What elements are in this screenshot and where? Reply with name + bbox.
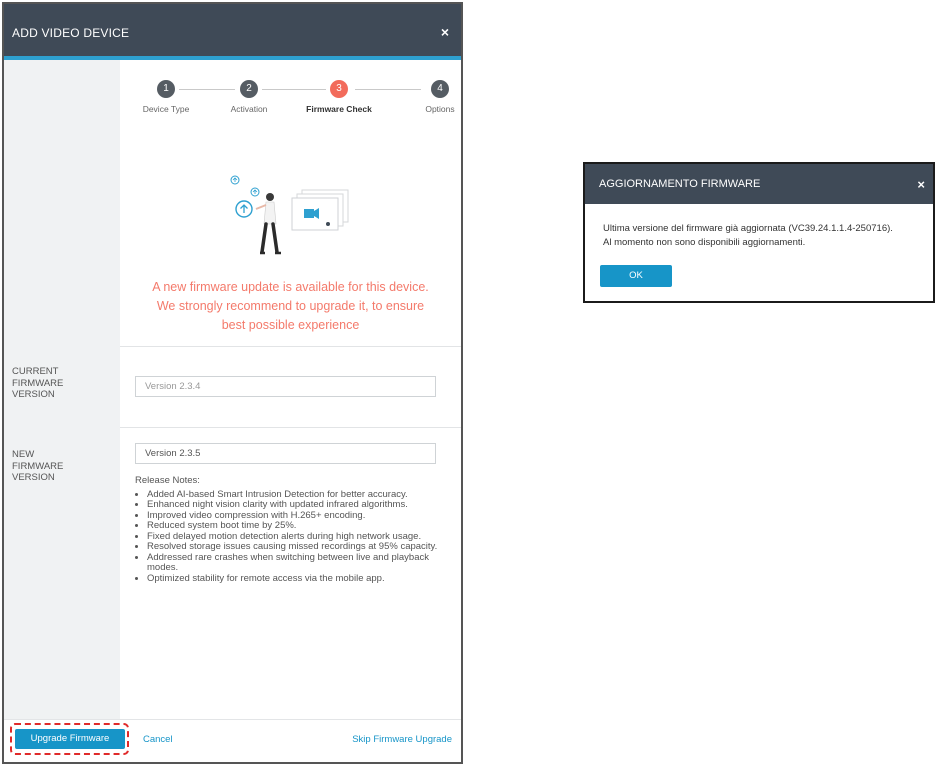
new-firmware-label: NEW FIRMWARE VERSION [12, 449, 63, 484]
label-line: VERSION [12, 389, 55, 400]
firmware-update-popup: AGGIORNAMENTO FIRMWARE × Ultima versione… [583, 162, 935, 303]
popup-message-line: Al momento non sono disponibili aggiorna… [603, 236, 806, 248]
release-notes-title: Release Notes: [135, 475, 200, 486]
wizard-stepper: 1 Device Type 2 Activation 3 Firmware Ch… [120, 60, 461, 142]
step-number: 2 [240, 80, 258, 98]
label-line: CURRENT [12, 366, 59, 377]
ok-button[interactable]: OK [600, 265, 672, 287]
dialog-main: 1 Device Type 2 Activation 3 Firmware Ch… [120, 60, 461, 720]
list-item: Resolved storage issues causing missed r… [147, 541, 445, 553]
dialog-title: ADD VIDEO DEVICE [12, 26, 130, 40]
popup-message-line: Ultima versione del firmware già aggiorn… [603, 223, 893, 234]
step-label: Device Type [142, 104, 190, 114]
label-line: FIRMWARE [12, 377, 64, 389]
popup-message: Ultima versione del firmware già aggiorn… [603, 222, 927, 249]
list-item: Optimized stability for remote access vi… [147, 573, 445, 585]
step-device-type: 1 Device Type [126, 80, 206, 114]
popup-header: AGGIORNAMENTO FIRMWARE × [585, 164, 933, 204]
list-item: Enhanced night vision clarity with updat… [147, 499, 445, 511]
skip-firmware-upgrade-link[interactable]: Skip Firmware Upgrade [352, 734, 452, 745]
upgrade-firmware-button[interactable]: Upgrade Firmware [15, 729, 125, 749]
list-item: Addressed rare crashes when switching be… [147, 552, 445, 574]
popup-title: AGGIORNAMENTO FIRMWARE [599, 178, 761, 190]
step-number: 3 [330, 80, 348, 98]
step-label: Options [425, 104, 455, 114]
dialog-footer: Upgrade Firmware Cancel Skip Firmware Up… [4, 719, 461, 762]
step-number: 1 [157, 80, 175, 98]
label-line: NEW [12, 449, 35, 460]
add-video-device-dialog: ADD VIDEO DEVICE × 1 Device Type 2 Activ… [2, 2, 463, 764]
firmware-info-area: A new firmware update is available for t… [120, 142, 461, 346]
step-label: Firmware Check [306, 104, 372, 114]
step-firmware-check: 3 Firmware Check [299, 80, 379, 114]
step-label: Activation [230, 104, 268, 114]
dialog-header: ADD VIDEO DEVICE × [4, 4, 461, 60]
release-notes: Release Notes: Added AI-based Smart Intr… [135, 475, 445, 585]
divider [120, 346, 461, 347]
release-notes-list: Added AI-based Smart Intrusion Detection… [135, 489, 445, 585]
firmware-update-message: A new firmware update is available for t… [152, 280, 429, 332]
close-icon[interactable]: × [917, 177, 925, 192]
label-line: VERSION [12, 472, 55, 483]
step-number: 4 [431, 80, 449, 98]
list-item: Reduced system boot time by 25%. [147, 520, 445, 532]
new-firmware-field[interactable]: Version 2.3.5 [135, 443, 436, 464]
current-firmware-label: CURRENT FIRMWARE VERSION [12, 366, 63, 401]
step-activation: 2 Activation [209, 80, 289, 114]
cancel-link[interactable]: Cancel [143, 734, 173, 745]
firmware-upload-illustration-icon [230, 175, 349, 255]
close-icon[interactable]: × [441, 24, 449, 40]
step-options: 4 Options [400, 80, 480, 114]
label-line: FIRMWARE [12, 460, 64, 472]
divider [120, 427, 461, 428]
current-firmware-field[interactable]: Version 2.3.4 [135, 376, 436, 397]
